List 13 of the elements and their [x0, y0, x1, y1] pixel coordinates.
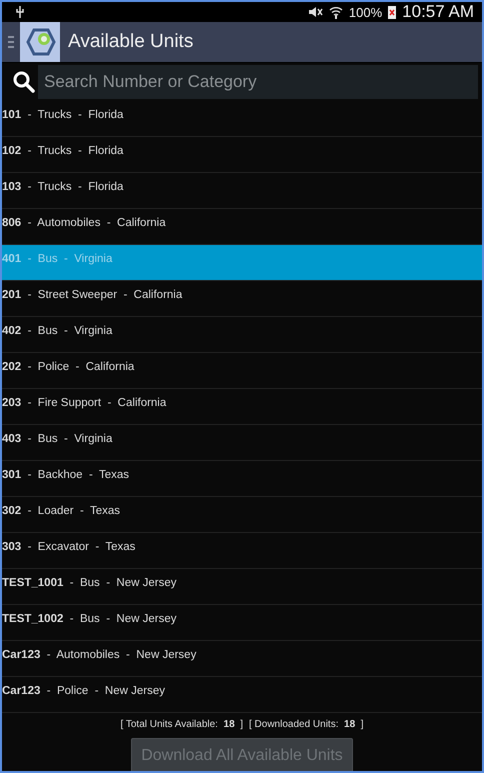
usb-icon [16, 6, 24, 18]
clock-time: 10:57 AM [402, 2, 474, 22]
unit-count-text: [ Total Units Available: 18 ] [120, 719, 243, 730]
search-field[interactable]: Search Number or Category [38, 65, 478, 99]
search-icon [12, 70, 36, 94]
battery-percent: 100% [348, 4, 382, 20]
screen-title: Available Units [68, 31, 194, 53]
mute-icon [306, 6, 323, 18]
app-logo-icon [20, 22, 60, 62]
unit-count-text: [ Downloaded Units: 18 ] [248, 719, 364, 730]
battery-icon [388, 5, 396, 19]
wifi-icon [328, 5, 343, 19]
menu-icon[interactable] [8, 36, 14, 48]
